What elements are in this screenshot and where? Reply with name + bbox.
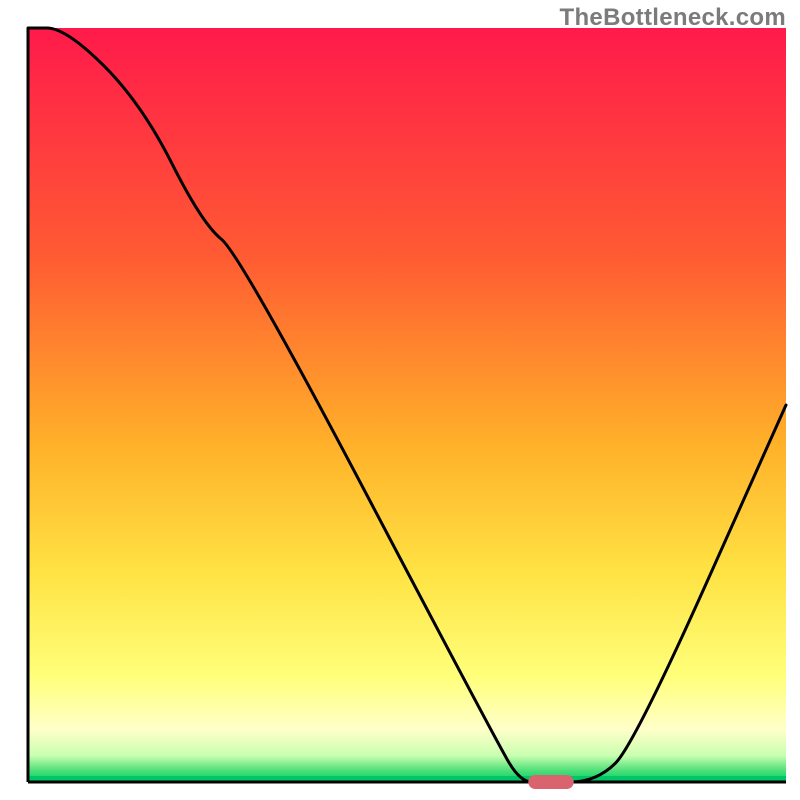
chart-container: { "watermark": "TheBottleneck.com", "cha…	[0, 0, 800, 800]
optimal-marker	[528, 775, 573, 789]
watermark-text: TheBottleneck.com	[560, 4, 786, 32]
bottleneck-chart	[0, 0, 800, 800]
gradient-background	[28, 28, 786, 782]
